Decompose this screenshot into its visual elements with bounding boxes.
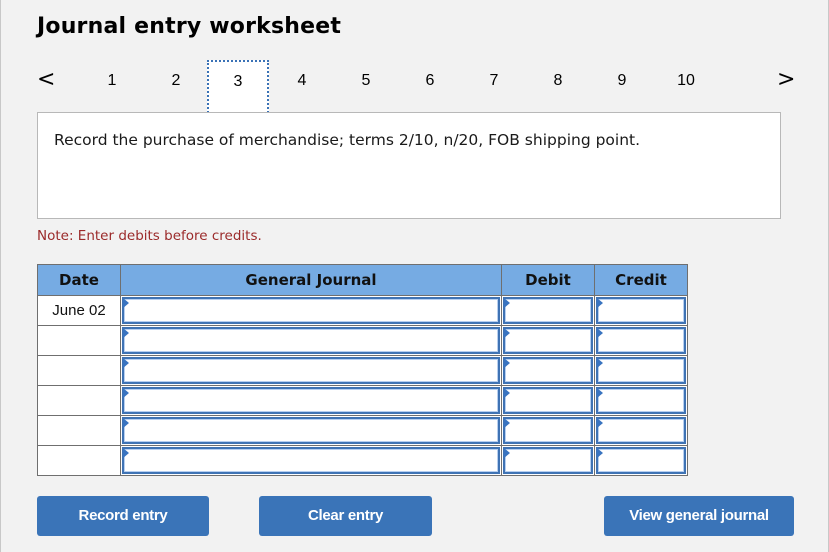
credit-input[interactable] <box>596 417 686 444</box>
table-row: June 02 <box>37 295 688 326</box>
date-cell <box>37 415 121 446</box>
date-cell <box>37 445 121 476</box>
account-input[interactable] <box>122 297 500 324</box>
table-row <box>37 445 688 476</box>
date-cell <box>37 355 121 386</box>
page-5[interactable]: 5 <box>335 60 397 116</box>
debit-cell <box>501 325 595 356</box>
credit-input[interactable] <box>596 447 686 474</box>
page-title: Journal entry worksheet <box>37 14 342 39</box>
table-row <box>37 385 688 416</box>
clear-entry-button[interactable]: Clear entry <box>259 496 432 536</box>
credit-cell <box>594 355 688 386</box>
journal-table: Date General Journal Debit Credit June 0… <box>37 264 688 476</box>
debit-cell <box>501 355 595 386</box>
date-cell <box>37 325 121 356</box>
debit-cell <box>501 445 595 476</box>
page-3-active[interactable]: 3 <box>207 60 269 116</box>
question-prompt-text: Record the purchase of merchandise; term… <box>54 131 641 149</box>
debit-input[interactable] <box>503 417 593 444</box>
credit-input[interactable] <box>596 297 686 324</box>
debit-input[interactable] <box>503 387 593 414</box>
account-input[interactable] <box>122 327 500 354</box>
column-header-debit: Debit <box>501 264 595 296</box>
debit-input[interactable] <box>503 327 593 354</box>
page-4[interactable]: 4 <box>271 60 333 116</box>
credit-input[interactable] <box>596 357 686 384</box>
account-cell <box>120 355 502 386</box>
credit-input[interactable] <box>596 327 686 354</box>
table-row <box>37 325 688 356</box>
column-header-credit: Credit <box>594 264 688 296</box>
record-entry-button[interactable]: Record entry <box>37 496 209 536</box>
credit-cell <box>594 385 688 416</box>
view-general-journal-button[interactable]: View general journal <box>604 496 794 536</box>
chevron-left-icon[interactable]: < <box>37 68 55 92</box>
credit-cell <box>594 415 688 446</box>
table-row <box>37 355 688 386</box>
chevron-right-icon[interactable]: > <box>777 68 795 92</box>
date-cell: June 02 <box>37 295 121 326</box>
account-cell <box>120 295 502 326</box>
debit-input[interactable] <box>503 297 593 324</box>
column-header-general-journal: General Journal <box>120 264 502 296</box>
account-input[interactable] <box>122 387 500 414</box>
question-prompt-box: Record the purchase of merchandise; term… <box>37 112 781 219</box>
account-input[interactable] <box>122 447 500 474</box>
debit-cell <box>501 295 595 326</box>
debit-cell <box>501 385 595 416</box>
page-6[interactable]: 6 <box>399 60 461 116</box>
debit-cell <box>501 415 595 446</box>
table-row <box>37 415 688 446</box>
page-7[interactable]: 7 <box>463 60 525 116</box>
note-text: Note: Enter debits before credits. <box>37 228 262 244</box>
account-cell <box>120 325 502 356</box>
account-input[interactable] <box>122 357 500 384</box>
page-10[interactable]: 10 <box>655 60 717 116</box>
account-input[interactable] <box>122 417 500 444</box>
credit-input[interactable] <box>596 387 686 414</box>
credit-cell <box>594 445 688 476</box>
debit-input[interactable] <box>503 447 593 474</box>
debit-input[interactable] <box>503 357 593 384</box>
date-cell <box>37 385 121 416</box>
account-cell <box>120 415 502 446</box>
pager: < 1 2 3 4 5 6 7 8 9 10 > <box>1 60 829 116</box>
credit-cell <box>594 325 688 356</box>
account-cell <box>120 445 502 476</box>
account-cell <box>120 385 502 416</box>
column-header-date: Date <box>37 264 121 296</box>
page-1[interactable]: 1 <box>81 60 143 116</box>
page-9[interactable]: 9 <box>591 60 653 116</box>
credit-cell <box>594 295 688 326</box>
page-8[interactable]: 8 <box>527 60 589 116</box>
page-2[interactable]: 2 <box>145 60 207 116</box>
